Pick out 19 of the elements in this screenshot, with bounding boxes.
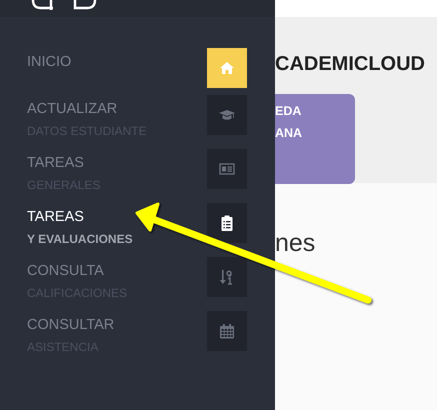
page-heading: CADEMICLOUD — [275, 52, 425, 77]
menu-item-link[interactable]: TAREAS — [27, 155, 84, 171]
home-icon — [219, 60, 235, 76]
card-label: ANA — [275, 125, 302, 141]
menu-item-link[interactable]: CONSULTA — [27, 263, 104, 279]
menu-item-subtitle: Y EVALUACIONES — [27, 232, 133, 246]
logo-icon — [31, 0, 99, 10]
id-card-icon — [219, 161, 235, 177]
menu-item-link[interactable]: CONSULTAR — [27, 317, 114, 333]
menu-card[interactable]: EDA ANA — [275, 94, 355, 184]
section-title: nes — [275, 228, 316, 258]
menu-icon-button[interactable] — [207, 203, 247, 243]
card-label: EDA — [275, 103, 302, 119]
clipboard-icon — [219, 215, 235, 231]
menu-item-link[interactable]: INICIO — [27, 54, 72, 70]
calendar-icon — [219, 323, 235, 339]
sort-numeric-icon — [219, 269, 235, 285]
menu-item-link[interactable]: ACTUALIZAR — [27, 101, 118, 117]
menu-item-link[interactable]: TAREAS — [27, 209, 84, 225]
